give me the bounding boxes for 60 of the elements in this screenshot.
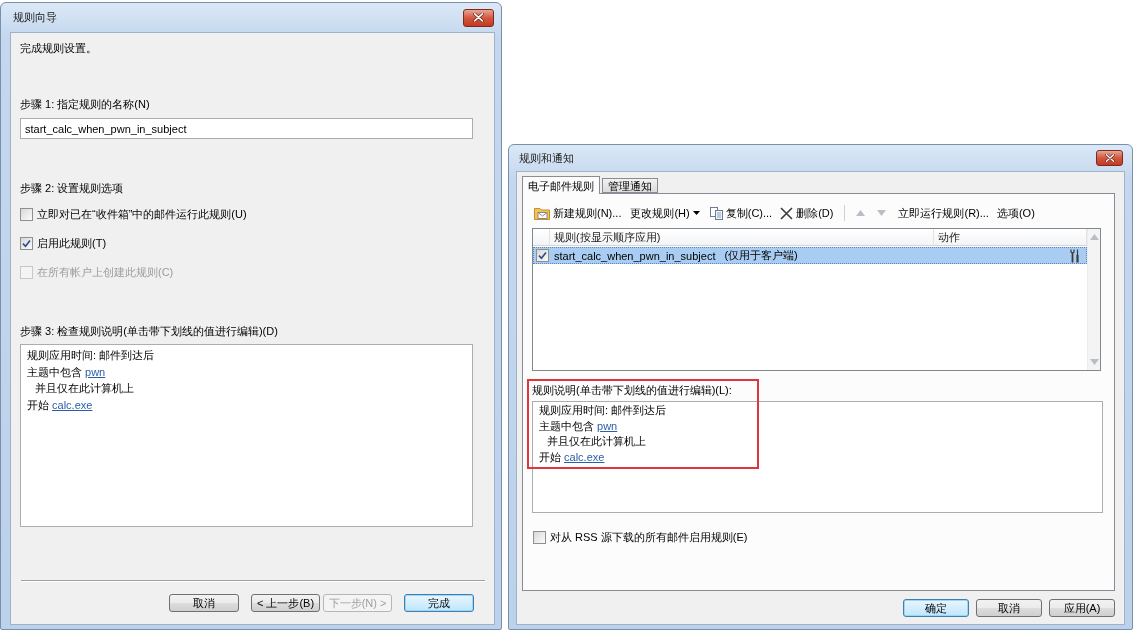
rule-description-line: 并且仅在此计算机上 <box>547 434 646 449</box>
intro-text: 完成规则设置。 <box>20 41 97 55</box>
step-label: 步骤 3: 检查规则说明(单击带下划线的值进行编辑)(D) <box>20 324 278 338</box>
checkbox-label: 在所有帐户上创建此规则(C) <box>37 265 174 279</box>
window-title: 规则向导 <box>13 10 57 25</box>
value-link[interactable]: pwn <box>597 419 618 432</box>
dialog-button[interactable]: < 上一步(B) <box>251 594 320 612</box>
tab[interactable]: 电子邮件规则 <box>522 176 600 194</box>
checkbox-label: 启用此规则(T) <box>37 236 107 250</box>
close-icon <box>1104 154 1115 162</box>
rule-description-line: 规则应用时间: 邮件到达后 <box>27 348 155 363</box>
scroll-down-icon <box>1089 359 1099 365</box>
dialog-button[interactable]: 应用(A) <box>1049 599 1115 617</box>
default-dialog-button[interactable]: 完成 <box>404 594 474 612</box>
rule-description-line: 主题中包含 pwn <box>27 364 106 380</box>
caret-icon <box>692 211 700 215</box>
dialog-button[interactable]: 取消 <box>976 599 1042 617</box>
new-rule-button[interactable]: 新建规则(N)... <box>534 204 622 222</box>
rule-row[interactable]: start_calc_when_pwn_in_subject (仅用于客户端) <box>533 247 1087 264</box>
options-button[interactable]: 选项(O) <box>996 204 1035 222</box>
up-triangle-icon <box>856 210 866 216</box>
checkbox-label: 立即对已在“收件箱”中的邮件运行此规则(U) <box>37 207 247 221</box>
copy-icon <box>709 206 723 220</box>
rule-description-line: 规则应用时间: 邮件到达后 <box>539 403 667 418</box>
close-button[interactable] <box>1096 150 1123 166</box>
default-dialog-button[interactable]: 确定 <box>903 599 969 617</box>
value-link[interactable]: calc.exe <box>564 450 605 463</box>
rule-name: start_calc_when_pwn_in_subject <box>554 249 716 262</box>
folder-envelope-icon <box>534 206 550 220</box>
vertical-scrollbar[interactable] <box>1087 229 1100 370</box>
checkbox-label: 对从 RSS 源下载的所有邮件启用规则(E) <box>550 530 748 544</box>
value-link[interactable]: calc.exe <box>52 398 93 411</box>
column-header[interactable]: 规则(按显示顺序应用) <box>550 229 934 245</box>
cross-icon <box>780 206 794 220</box>
change-rule-button[interactable]: 更改规则(H) <box>630 204 700 222</box>
rule-description-line: 主题中包含 pwn <box>539 418 618 434</box>
rule-description-line: 开始 calc.exe <box>27 397 93 413</box>
checkbox[interactable] <box>536 249 549 262</box>
delete-button[interactable]: 删除(D) <box>780 204 834 222</box>
tools-icon <box>1070 248 1080 263</box>
window-title: 规则和通知 <box>519 150 574 166</box>
rule-note: (仅用于客户端) <box>724 248 798 263</box>
step-label: 步骤 1: 指定规则的名称(N) <box>20 97 150 111</box>
close-button[interactable] <box>463 8 494 27</box>
copy-button[interactable]: 复制(C)... <box>709 204 773 222</box>
checkbox[interactable] <box>20 236 33 250</box>
checkbox[interactable] <box>533 530 546 544</box>
rule-name-field[interactable]: start_calc_when_pwn_in_subject <box>20 118 473 139</box>
step-label: 步骤 2: 设置规则选项 <box>20 181 124 195</box>
close-icon <box>473 13 484 22</box>
scroll-up-icon <box>1089 234 1099 240</box>
rule-description-line: 并且仅在此计算机上 <box>35 381 134 396</box>
description-label: 规则说明(单击带下划线的值进行编辑)(L): <box>532 383 732 397</box>
dialog-button[interactable]: 取消 <box>169 594 239 612</box>
run-rules-button[interactable]: 立即运行规则(R)... <box>898 204 989 222</box>
value-link[interactable]: pwn <box>85 365 106 378</box>
rule-description-line: 开始 calc.exe <box>539 449 605 465</box>
down-triangle-icon <box>877 210 887 216</box>
checkbox[interactable] <box>20 207 33 221</box>
tab[interactable]: 管理通知 <box>602 178 658 193</box>
